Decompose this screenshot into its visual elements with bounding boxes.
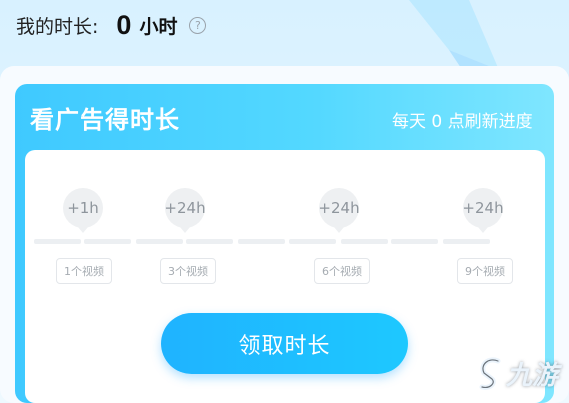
progress-segment — [186, 239, 233, 244]
milestone-videos-4: 9个视频 — [457, 258, 513, 284]
milestone-reward-2: +24h — [164, 188, 206, 233]
question-circle-icon[interactable]: ? — [189, 16, 207, 34]
progress-segment — [289, 239, 336, 244]
progress-segment — [136, 239, 183, 244]
watermark-text: 九游 — [506, 361, 559, 391]
jiuyou-logo-icon — [479, 357, 501, 390]
card-title: 看广告得时长 — [30, 106, 180, 134]
milestone-videos-2: 3个视频 — [160, 258, 216, 284]
progress-segment — [238, 239, 285, 244]
milestone-reward-1: +1h — [63, 188, 103, 233]
refresh-note: 每天 0 点刷新进度 — [392, 112, 533, 132]
progress-segment — [391, 239, 438, 244]
my-duration-unit: 小时 — [139, 15, 178, 38]
jiuyou-watermark: 九游 — [478, 355, 558, 392]
milestone-videos-1: 1个视频 — [56, 258, 112, 284]
my-duration-header: 我的时长: 0 小时 ? — [16, 8, 207, 42]
progress-segment — [443, 239, 490, 244]
milestone-reward-4: +24h — [462, 188, 504, 233]
my-duration-value: 0 — [116, 9, 132, 40]
progress-segment — [84, 239, 131, 244]
my-duration-label: 我的时长: — [16, 15, 99, 38]
milestone-videos-3: 6个视频 — [314, 258, 370, 284]
milestone-reward-3: +24h — [318, 188, 360, 233]
claim-duration-button[interactable]: 领取时长 — [161, 313, 408, 374]
progress-segment — [341, 239, 388, 244]
progress-segment — [34, 239, 81, 244]
